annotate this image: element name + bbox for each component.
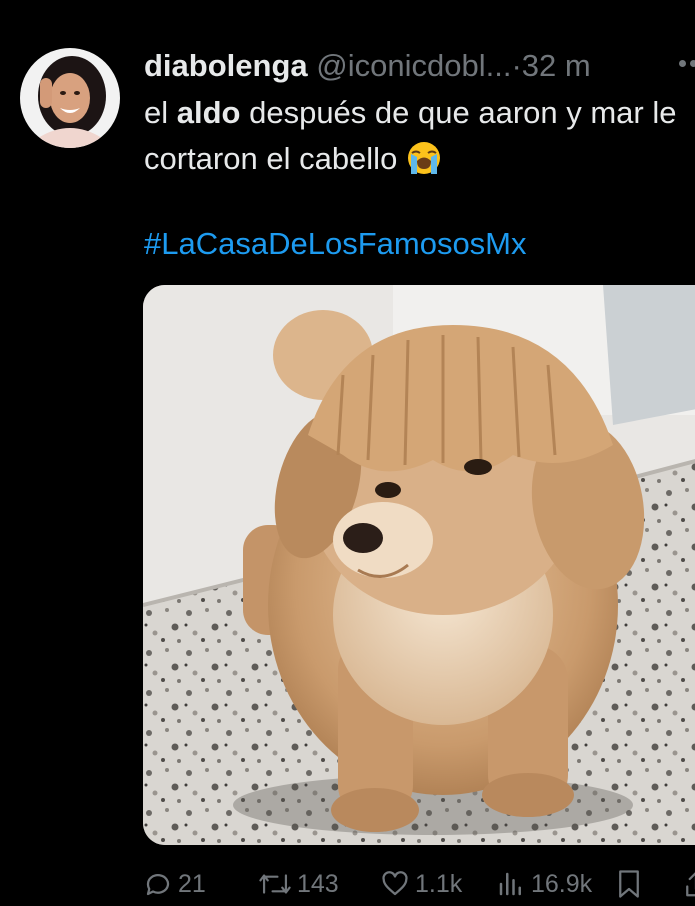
more-options-icon[interactable] [679, 60, 695, 70]
timestamp[interactable]: 32 m [522, 48, 591, 83]
user-handle[interactable]: @iconicdobl... [316, 48, 511, 83]
separator-dot: · [511, 48, 522, 83]
reply-button[interactable]: 21 [143, 862, 206, 906]
tweet-header: diabolenga @iconicdobl...·32 m [144, 44, 591, 88]
reply-icon [146, 874, 170, 896]
share-button[interactable] [683, 862, 695, 906]
bookmark-button[interactable] [616, 862, 647, 906]
retweet-icon [259, 874, 291, 894]
display-name[interactable]: diabolenga [144, 48, 308, 83]
dog-with-bangs-photo [143, 285, 695, 845]
like-count: 1.1k [415, 869, 463, 898]
tweet-text-bold: aldo [176, 95, 241, 130]
views-count: 16.9k [531, 869, 593, 898]
avatar[interactable] [20, 48, 120, 148]
like-button[interactable]: 1.1k [380, 862, 462, 906]
share-icon [686, 872, 695, 897]
tweet-text-part1: el [144, 95, 177, 130]
retweet-count: 143 [297, 869, 339, 898]
loudly-crying-face-icon [406, 140, 442, 176]
tweet[interactable]: diabolenga @iconicdobl...·32 m el aldo d… [0, 0, 695, 903]
bookmark-icon [619, 870, 639, 898]
views-chart-icon [499, 872, 521, 896]
views-button[interactable]: 16.9k [496, 862, 592, 906]
hashtag-link[interactable]: #LaCasaDeLosFamososMx [144, 222, 527, 266]
retweet-button[interactable]: 143 [258, 862, 339, 906]
tweet-image[interactable] [143, 285, 695, 845]
tweet-text: el aldo después de que aaron y mar le co… [144, 90, 695, 182]
tweet-actions: 21 143 1.1k 16.9k [0, 862, 695, 906]
heart-icon [382, 871, 408, 896]
reply-count: 21 [178, 869, 206, 898]
